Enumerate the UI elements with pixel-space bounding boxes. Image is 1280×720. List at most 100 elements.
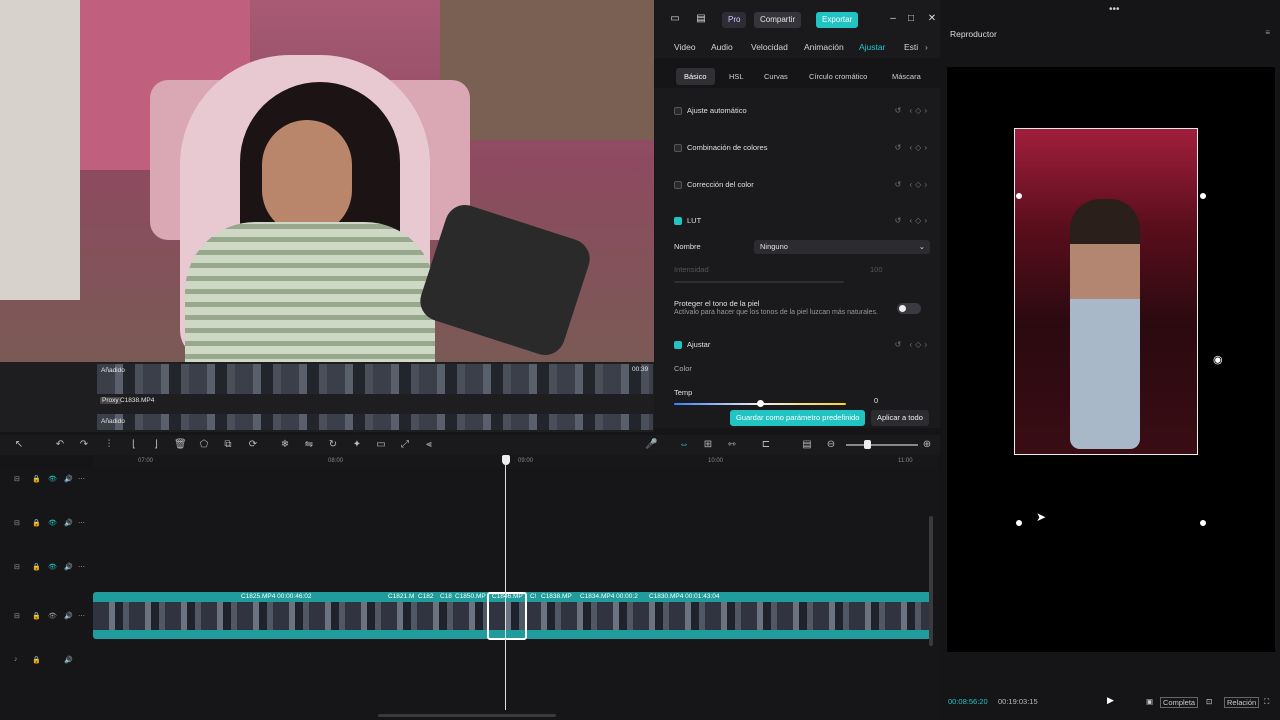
more-icon[interactable]: ⋯	[78, 519, 85, 527]
reset-keyframe-icons[interactable]: ↺ ‹◇›	[895, 178, 930, 192]
clip-label[interactable]: C1838.MP	[541, 593, 572, 600]
subtab-mask[interactable]: Máscara	[884, 68, 929, 85]
resize-handle-tl[interactable]	[1016, 193, 1022, 199]
rotate-icon[interactable]: ◉	[1213, 353, 1223, 366]
full-quality-button[interactable]: Completa	[1160, 697, 1199, 708]
clip-label[interactable]: C182	[418, 593, 434, 600]
crop-icon[interactable]: ⧉	[222, 439, 234, 451]
panel-icon[interactable]: ▤	[694, 12, 708, 26]
subtab-color-wheel[interactable]: Círculo cromático	[801, 68, 875, 85]
delete-icon[interactable]: 🗑	[174, 439, 187, 451]
preview-axis-icon[interactable]: ⊏	[760, 439, 772, 451]
clip-label[interactable]: C1825.MP4 00:00:46:02	[241, 593, 311, 600]
lut-checkbox[interactable]	[674, 217, 682, 225]
color-correction-checkbox[interactable]	[674, 181, 682, 189]
fullscreen-icon[interactable]: ⛶	[1264, 697, 1269, 707]
split-icon[interactable]: ⫶	[103, 439, 115, 451]
trim-right-icon[interactable]: ⌋	[150, 439, 162, 451]
audio-split-icon[interactable]: ⫷	[423, 439, 435, 451]
lock-icon[interactable]: 🔒	[32, 656, 41, 664]
timeline-ruler[interactable]: 07:00 08:00 09:00 10:00 11:00	[93, 455, 938, 469]
timeline-vertical-scrollbar[interactable]	[929, 516, 933, 646]
clip-label[interactable]: C!	[530, 593, 537, 600]
reset-keyframe-icons[interactable]: ↺ ‹◇›	[895, 338, 930, 352]
magnet-icon[interactable]: ⊞	[702, 439, 714, 451]
caption-track-icon[interactable]: ▤	[801, 439, 813, 451]
intensity-slider[interactable]	[674, 281, 844, 283]
more-icon[interactable]: ⋯	[78, 563, 85, 571]
preview-frame[interactable]	[1014, 128, 1198, 455]
lock-icon[interactable]: 🔒	[32, 475, 41, 483]
media-filmstrip-1[interactable]	[97, 364, 653, 394]
tab-style[interactable]: Esti	[904, 42, 918, 52]
zoom-slider[interactable]	[846, 444, 918, 446]
audio-icon[interactable]: 🔊	[64, 563, 73, 571]
undo-icon[interactable]: ↶	[54, 439, 66, 451]
color-match-checkbox[interactable]	[674, 144, 682, 152]
ratio-button[interactable]: Relación	[1224, 697, 1260, 708]
select-tool-icon[interactable]: ↖	[13, 439, 25, 451]
tab-animation[interactable]: Animación	[804, 42, 844, 52]
zoom-in-icon[interactable]: ⊕	[921, 439, 933, 451]
lut-name-dropdown[interactable]: Ninguno ⌄	[754, 240, 930, 254]
rotate-tool-icon[interactable]: ↻	[327, 439, 339, 451]
speed-icon[interactable]: ⟳	[247, 439, 259, 451]
clip-label[interactable]: C1830.MP4 00:01:43:04	[649, 593, 719, 600]
magic-icon[interactable]: ✦	[351, 439, 363, 451]
more-icon[interactable]: •••	[1109, 4, 1120, 15]
intensity-value[interactable]: 100	[870, 263, 883, 277]
auto-adjust-checkbox[interactable]	[674, 107, 682, 115]
skin-protect-toggle[interactable]	[897, 303, 921, 314]
subtab-hsl[interactable]: HSL	[721, 68, 752, 85]
clip-label[interactable]: C1850.MP	[455, 593, 486, 600]
microphone-icon[interactable]: 🎤	[645, 439, 657, 451]
lock-icon[interactable]: 🔒	[32, 519, 41, 527]
subtab-basic[interactable]: Básico	[676, 68, 715, 85]
link-icon[interactable]: ⇔	[678, 439, 690, 451]
reset-keyframe-icons[interactable]: ↺ ‹◇›	[895, 104, 930, 118]
eye-icon[interactable]: 👁	[48, 612, 57, 620]
maximize-icon[interactable]: □	[904, 12, 918, 26]
temp-slider-handle[interactable]	[757, 400, 764, 407]
caption-icon[interactable]: ▭	[375, 439, 387, 451]
temp-value[interactable]: 0	[874, 394, 878, 408]
media-filmstrip-2[interactable]	[97, 414, 653, 430]
reset-keyframe-icons[interactable]: ↺ ‹◇›	[895, 214, 930, 228]
more-icon[interactable]: ⋯	[78, 612, 85, 620]
tab-video[interactable]: Video	[674, 42, 696, 52]
clip-label[interactable]: C1821.M	[388, 593, 414, 600]
mirror-icon[interactable]: ⇋	[303, 439, 315, 451]
play-icon[interactable]: ▶	[1107, 695, 1114, 706]
fit-icon[interactable]: ⊡	[1206, 697, 1212, 706]
audio-icon[interactable]: 🔊	[64, 656, 73, 664]
eye-icon[interactable]: 👁	[48, 519, 57, 527]
lock-icon[interactable]: 🔒	[32, 563, 41, 571]
resize-handle-br[interactable]	[1200, 520, 1206, 526]
menu-icon[interactable]: ≡	[1265, 28, 1270, 37]
resize-handle-bl[interactable]	[1016, 520, 1022, 526]
subtab-curves[interactable]: Curvas	[756, 68, 796, 85]
snap-icon[interactable]: ⇿	[726, 439, 738, 451]
adjust-checkbox[interactable]	[674, 341, 682, 349]
timeline-horizontal-scrollbar[interactable]	[378, 714, 556, 717]
tab-adjust[interactable]: Ajustar	[859, 42, 885, 52]
export-button[interactable]: Exportar	[816, 12, 859, 28]
clip-label[interactable]: C18	[440, 593, 452, 600]
layout-icon[interactable]: ▭	[668, 12, 682, 26]
zoom-slider-handle[interactable]	[864, 440, 871, 449]
tabs-next-icon[interactable]: ›	[925, 42, 928, 52]
clip-label[interactable]: C1834.MP4 00:00:2	[580, 593, 638, 600]
resize-icon[interactable]: ⤢	[399, 439, 411, 451]
frame-icon[interactable]: ▣	[1146, 697, 1153, 706]
playhead-handle[interactable]	[502, 455, 510, 465]
audio-icon[interactable]: 🔊	[64, 519, 73, 527]
close-icon[interactable]: ✕	[925, 12, 939, 26]
audio-icon[interactable]: 🔊	[64, 475, 73, 483]
eye-icon[interactable]: 👁	[48, 563, 57, 571]
tab-audio[interactable]: Audio	[711, 42, 733, 52]
lock-icon[interactable]: 🔒	[32, 612, 41, 620]
audio-icon[interactable]: 🔊	[64, 612, 73, 620]
pro-button[interactable]: Pro	[722, 12, 747, 28]
reset-keyframe-icons[interactable]: ↺ ‹◇›	[895, 141, 930, 155]
trim-left-icon[interactable]: ⌊	[128, 439, 140, 451]
